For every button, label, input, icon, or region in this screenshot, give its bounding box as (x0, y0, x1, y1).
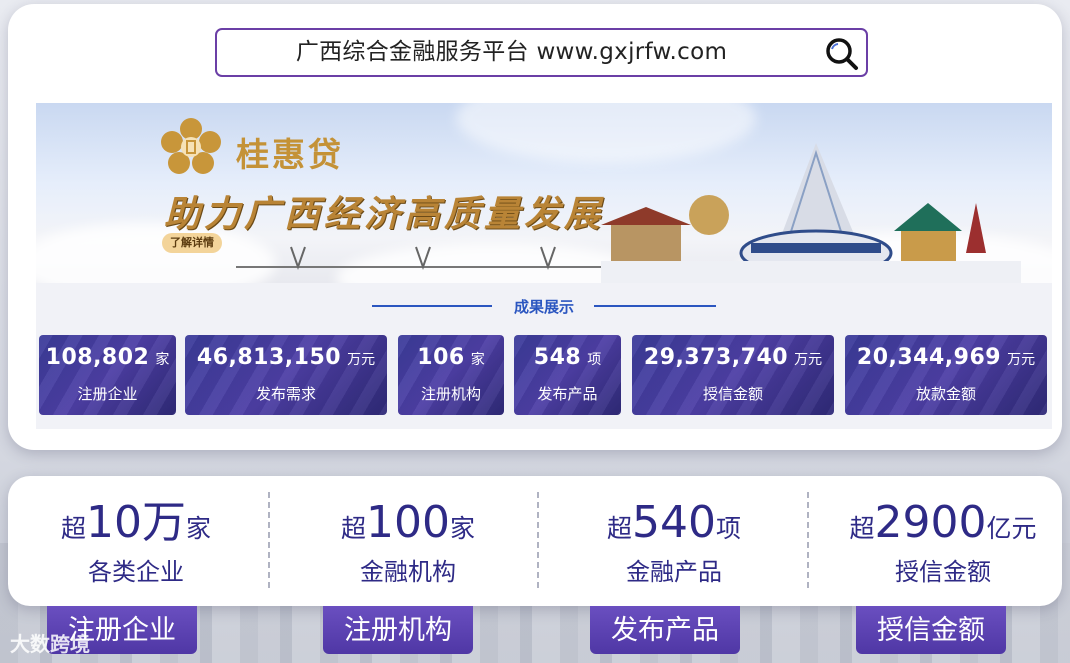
summary-stat: 超540项 金融产品 (554, 498, 794, 587)
stat-unit: 项 (715, 514, 741, 543)
tile-value: 29,373,740 (643, 345, 789, 370)
summary-stats-card: 超10万家 各类企业 超100家 金融机构 超540项 金融产品 超2900亿元… (8, 476, 1062, 606)
stat-tile: 106 家 注册机构 (398, 335, 504, 415)
stat-tile: 29,373,740 万元 授信金额 (632, 335, 834, 415)
stat-description: 金融机构 (360, 558, 456, 586)
bridge-illustration (236, 246, 606, 271)
tile-label: 发布需求 (255, 385, 316, 403)
tile-label: 授信金额 (702, 385, 763, 403)
search-text[interactable]: 广西综合金融服务平台 www.gxjrfw.com (217, 30, 806, 75)
stat-description: 金融产品 (626, 558, 722, 586)
watermark: 大数跨境 (10, 632, 90, 656)
tile-value: 106 (417, 345, 465, 370)
tile-unit: 家 (470, 352, 485, 368)
tile-unit: 家 (155, 352, 170, 368)
stat-tile: 108,802 家 注册企业 (39, 335, 176, 415)
tab-published-products[interactable]: 发布产品 (590, 606, 740, 654)
stat-tile: 46,813,150 万元 发布需求 (185, 335, 387, 415)
tile-value: 548 (533, 345, 582, 370)
tile-label: 发布产品 (537, 385, 598, 403)
stat-number: 100 (366, 497, 450, 548)
stat-unit: 亿元 (986, 514, 1037, 543)
tile-label: 注册企业 (77, 385, 138, 403)
tile-unit: 万元 (794, 352, 823, 368)
section-title: 成果展示 (513, 298, 574, 316)
guihuidai-logo-icon (161, 118, 221, 174)
divider (537, 492, 539, 588)
summary-stat: 超10万家 各类企业 (16, 498, 256, 587)
search-bar[interactable]: 广西综合金融服务平台 www.gxjrfw.com (215, 28, 868, 77)
stat-prefix: 超 (849, 514, 875, 543)
tile-unit: 万元 (347, 352, 376, 368)
achievements-section: 成果展示 108,802 家 注册企业 46,813,150 万元 发布需求 106… (36, 283, 1052, 429)
tile-unit: 项 (587, 352, 602, 368)
stat-number: 10万 (86, 497, 186, 548)
summary-stat: 超2900亿元 授信金额 (823, 498, 1063, 587)
stat-tile: 548 项 发布产品 (514, 335, 621, 415)
tab-registered-institutions[interactable]: 注册机构 (323, 606, 473, 654)
tab-credit-amount[interactable]: 授信金额 (856, 606, 1006, 654)
stat-description: 各类企业 (88, 558, 184, 586)
tile-label: 注册机构 (420, 385, 481, 403)
stat-tile: 20,344,969 万元 放款金额 (845, 335, 1047, 415)
banner-slogan: 助力广西经济高质量发展 (164, 193, 605, 235)
stat-prefix: 超 (340, 514, 366, 543)
search-icon[interactable] (824, 36, 860, 72)
tile-unit: 万元 (1007, 352, 1036, 368)
learn-more-button[interactable]: 了解详情 (162, 233, 222, 253)
main-card: 广西综合金融服务平台 www.gxjrfw.com 桂惠贷 助力广西经济高质量发… (8, 4, 1062, 450)
landmark-buildings-illustration (601, 143, 1021, 283)
stat-number: 540 (632, 497, 716, 548)
tile-value: 20,344,969 (856, 345, 1002, 370)
tile-value: 46,813,150 (196, 345, 342, 370)
stat-unit: 家 (449, 514, 475, 543)
stat-number: 2900 (874, 497, 987, 548)
stat-unit: 家 (186, 514, 212, 543)
summary-stat: 超100家 金融机构 (288, 498, 528, 587)
divider (807, 492, 809, 588)
tile-value: 108,802 (45, 345, 150, 370)
divider (268, 492, 270, 588)
stat-description: 授信金额 (895, 558, 991, 586)
brand-name: 桂惠贷 (236, 135, 344, 174)
tile-label: 放款金额 (915, 385, 976, 403)
stat-prefix: 超 (60, 514, 86, 543)
stat-prefix: 超 (606, 514, 632, 543)
banner[interactable]: 桂惠贷 助力广西经济高质量发展 了解详情 (36, 103, 1052, 283)
